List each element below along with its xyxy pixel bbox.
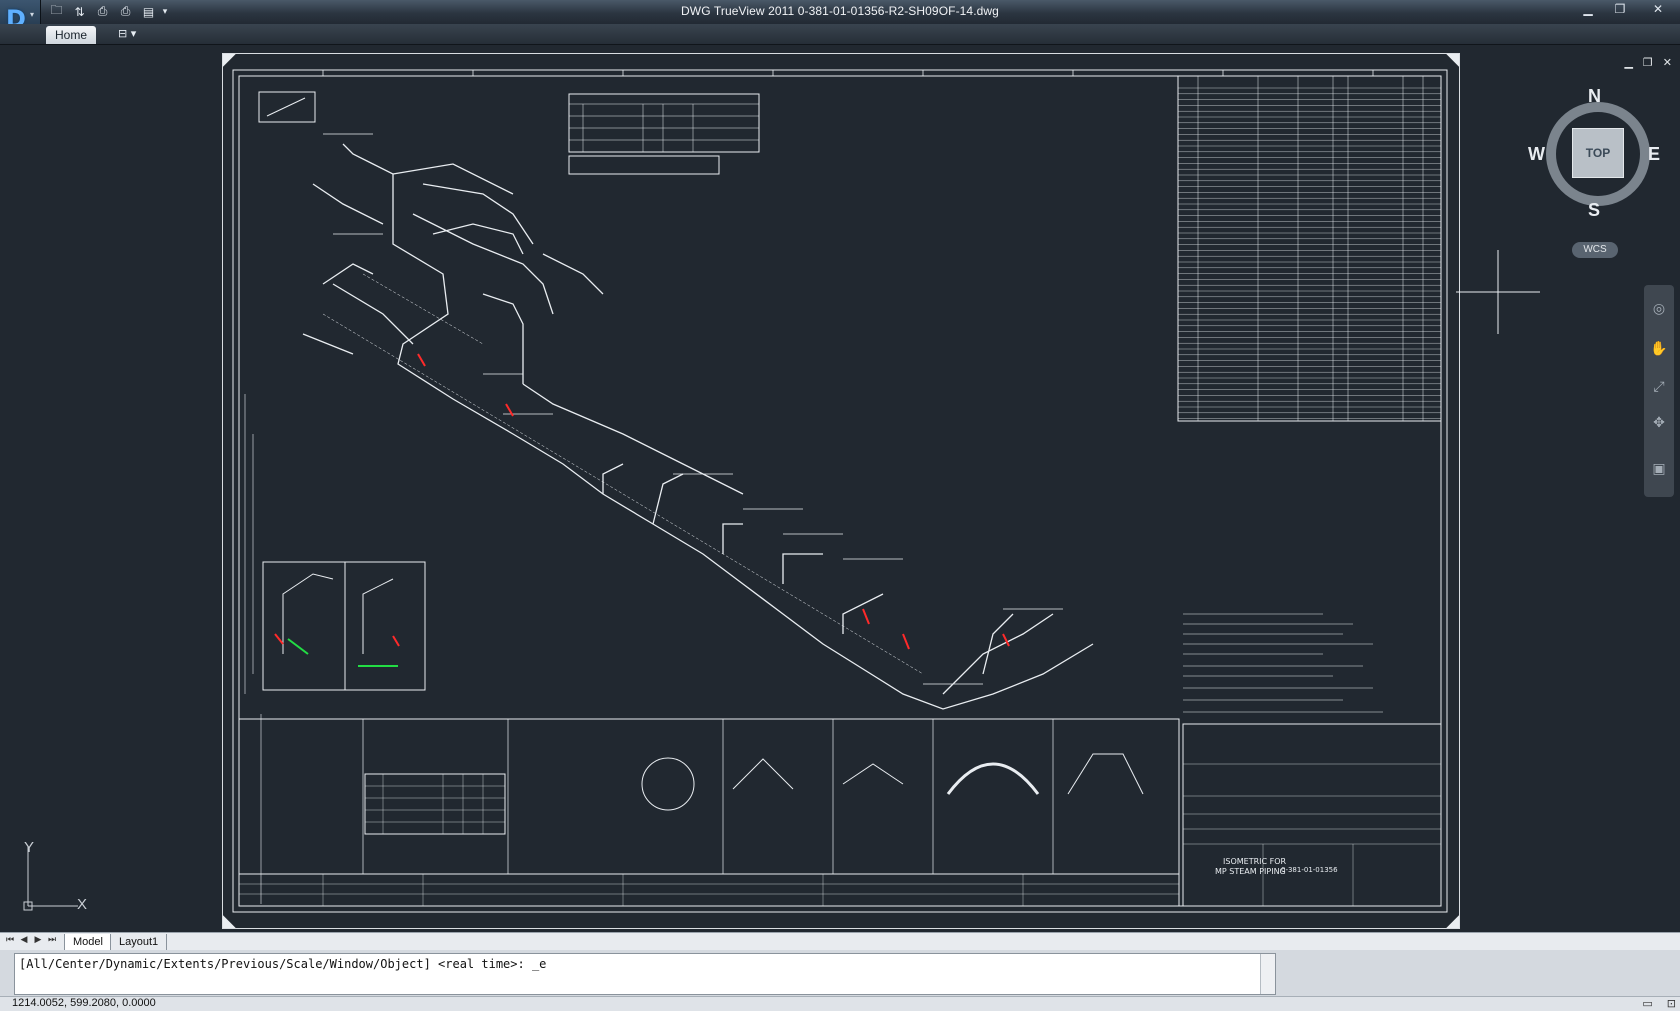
ucs-icon: Y X	[23, 839, 87, 913]
tab-home[interactable]: Home	[46, 26, 96, 44]
window-title: DWG TrueView 2011 0-381-01-01356-R2-SH09…	[681, 4, 999, 18]
title-block-line-2: MP STEAM PIPING	[1215, 867, 1286, 876]
coordinate-readout: 1214.0052, 599.2080, 0.0000	[12, 997, 156, 1009]
compass-west[interactable]: W	[1528, 144, 1545, 165]
isometric-drawing: ISOMETRIC FOR MP STEAM PIPING 0-381-01-0…	[223, 54, 1459, 928]
layout-tab-bar: ⏮ ◀ ▶ ⏭ Model Layout1	[0, 932, 1680, 951]
document-window-controls: ▁ ❐ ✕	[1624, 56, 1672, 69]
steering-wheel-icon[interactable]: ◎	[1650, 301, 1668, 319]
restore-icon[interactable]: ❐	[1604, 0, 1636, 18]
showmotion-icon[interactable]: ▣	[1650, 461, 1668, 479]
zoom-icon[interactable]: ⤢	[1650, 379, 1668, 397]
command-line[interactable]: [All/Center/Dynamic/Extents/Previous/Sca…	[14, 953, 1276, 995]
ribbon-minimize-icon[interactable]: ⊟ ▾	[118, 27, 136, 40]
close-icon[interactable]: ✕	[1636, 0, 1680, 18]
first-tab-icon[interactable]: ⏮	[4, 935, 16, 948]
compass-east[interactable]: E	[1648, 144, 1660, 165]
viewcube[interactable]: TOP N S E W	[1528, 86, 1662, 221]
title-block-line-1: ISOMETRIC FOR	[1223, 857, 1287, 866]
command-area: [All/Center/Dynamic/Extents/Previous/Sca…	[0, 950, 1680, 996]
doc-minimize-icon[interactable]: ▁	[1624, 56, 1632, 69]
ucs-y-label: Y	[24, 839, 34, 856]
command-scrollbar[interactable]	[1260, 954, 1275, 994]
viewcube-top-face[interactable]: TOP	[1572, 128, 1624, 178]
tab-model[interactable]: Model	[64, 934, 112, 951]
drawing-sheet: ISOMETRIC FOR MP STEAM PIPING 0-381-01-0…	[222, 53, 1460, 929]
compass-south[interactable]: S	[1588, 200, 1600, 221]
command-text: [All/Center/Dynamic/Extents/Previous/Sca…	[19, 957, 547, 971]
next-tab-icon[interactable]: ▶	[32, 935, 44, 948]
status-bar: 1214.0052, 599.2080, 0.0000 ▭ ⊡	[0, 996, 1680, 1011]
doc-close-icon[interactable]: ✕	[1663, 56, 1672, 69]
ribbon-bar: Home ⊟ ▾	[0, 24, 1680, 45]
orbit-icon[interactable]: ✥	[1650, 415, 1668, 433]
status-tray: ▭ ⊡	[1642, 997, 1676, 1010]
navigation-bar: ◎ ✋ ⤢ ✥ ▣	[1644, 285, 1674, 497]
last-tab-icon[interactable]: ⏭	[46, 935, 58, 948]
title-bar: D ▾ TV 🗀 ⇅ ⎙ ⎙ ▤ ▾ DWG TrueView 2011 0-3…	[0, 0, 1680, 43]
tab-layout1[interactable]: Layout1	[110, 934, 168, 951]
tray-settings-icon[interactable]: ▭	[1642, 997, 1652, 1010]
compass-north[interactable]: N	[1588, 86, 1601, 107]
doc-restore-icon[interactable]: ❐	[1643, 56, 1653, 69]
window-controls: ▁ ❐ ✕	[1572, 0, 1680, 20]
ucs-x-label: X	[77, 896, 87, 913]
tray-fullscreen-icon[interactable]: ⊡	[1667, 997, 1676, 1010]
prev-tab-icon[interactable]: ◀	[18, 935, 30, 948]
crosshair-cursor	[1456, 250, 1540, 334]
pan-icon[interactable]: ✋	[1650, 341, 1668, 359]
minimize-icon[interactable]: ▁	[1572, 0, 1604, 18]
wcs-menu[interactable]: WCS	[1572, 242, 1618, 258]
drawing-number: 0-381-01-01356	[1281, 866, 1338, 874]
